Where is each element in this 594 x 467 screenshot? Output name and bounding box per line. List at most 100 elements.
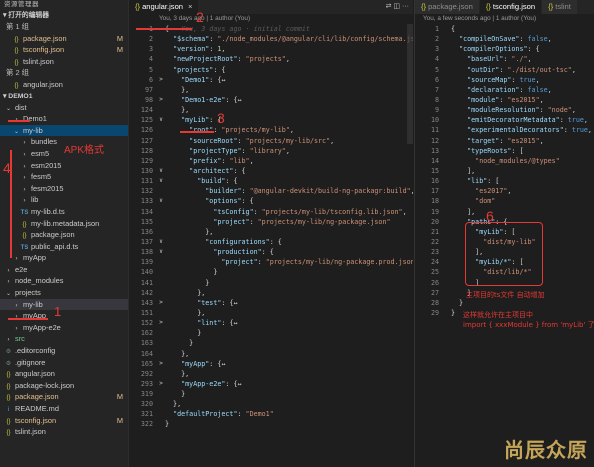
fold-toggle[interactable]: >	[157, 359, 165, 369]
tab-tslint[interactable]: {} tslint	[542, 0, 578, 14]
code-line[interactable]: 142 },	[129, 288, 413, 298]
fold-toggle[interactable]: ∨	[157, 247, 165, 257]
code-line[interactable]: 136 },	[129, 227, 413, 237]
code-line[interactable]: 4 "newProjectRoot": "projects",	[129, 54, 413, 64]
code-line[interactable]: 8 "module": "es2015",	[415, 95, 594, 105]
code-line[interactable]: 125 ∨ "myLib": {	[129, 115, 413, 125]
code-line[interactable]: 3 "compilerOptions": {	[415, 44, 594, 54]
code-line[interactable]: 321 "defaultProject": "Demo1"	[129, 409, 413, 419]
code-line[interactable]: 2 "compileOnSave": false,	[415, 34, 594, 44]
code-line[interactable]: 134 "tsConfig": "projects/my-lib/tsconfi…	[129, 207, 413, 217]
code-line[interactable]: 132 "builder": "@angular-devkit/build-ng…	[129, 186, 413, 196]
code-line[interactable]: 133 ∨ "options": {	[129, 196, 413, 206]
code-line[interactable]: 162 }	[129, 328, 413, 338]
file-item[interactable]: ⌄ projects	[0, 287, 128, 299]
file-item[interactable]: {} package.json	[0, 229, 128, 241]
file-item[interactable]: › node_modules	[0, 275, 128, 287]
fold-toggle[interactable]: ∨	[157, 237, 165, 247]
file-item[interactable]: {} package.json M	[0, 33, 128, 45]
file-item[interactable]: TS my-lib.d.ts	[0, 206, 128, 218]
code-line[interactable]: 131 ∨ "build": {	[129, 176, 413, 186]
file-item[interactable]: › my-lib	[0, 298, 128, 311]
fold-toggle[interactable]: ∨	[157, 176, 165, 186]
code-line[interactable]: 7 "declaration": false,	[415, 85, 594, 95]
code-line[interactable]: 137 ∨ "configurations": {	[129, 237, 413, 247]
codelens-blame[interactable]: You, 3 days ago | 1 author (You)	[129, 14, 413, 24]
fold-toggle[interactable]: >	[157, 75, 165, 85]
file-item[interactable]: ⌄ dist	[0, 102, 128, 114]
code-line[interactable]: 164 },	[129, 349, 413, 359]
scrollbar[interactable]	[407, 24, 413, 144]
fold-toggle[interactable]: >	[157, 379, 165, 389]
file-item[interactable]: {} my-lib.metadata.json	[0, 218, 128, 230]
code-line[interactable]: 19 ],	[415, 207, 594, 217]
fold-toggle[interactable]: >	[157, 318, 165, 328]
fold-toggle[interactable]: ∨	[157, 196, 165, 206]
code-line[interactable]: 165 > "myApp": {↔	[129, 359, 413, 369]
file-item[interactable]: {} tslint.json	[0, 426, 128, 438]
code-line[interactable]: 97 },	[129, 85, 413, 95]
open-editors-header[interactable]: ▾ 打开的编辑器	[0, 10, 128, 21]
tab-tsconfig-json[interactable]: {} tsconfig.json	[479, 0, 543, 14]
code-line[interactable]: 130 ∨ "architect": {	[129, 166, 413, 176]
code-line[interactable]: 5 "outDir": "./dist/out-tsc",	[415, 65, 594, 75]
code-line[interactable]: 2 "$schema": "./node_modules/@angular/cl…	[129, 34, 413, 44]
file-item[interactable]: ⚙ .gitignore	[0, 357, 128, 369]
code-line[interactable]: 1{	[415, 24, 594, 34]
tab-angular-json[interactable]: {} angular.json ×	[129, 0, 200, 14]
editor-actions[interactable]: ⇄ ◫ ···	[386, 0, 409, 14]
code-line[interactable]: 6 "sourceMap": true,	[415, 75, 594, 85]
code-line[interactable]: 141 }	[129, 278, 413, 288]
code-line[interactable]: 18 "dom"	[415, 196, 594, 206]
file-item[interactable]: {} angular.json	[0, 368, 128, 380]
file-item[interactable]: ⚙ .editorconfig	[0, 345, 128, 357]
file-item[interactable]: {} package.json M	[0, 391, 128, 403]
code-line[interactable]: 17 "es2017",	[415, 186, 594, 196]
code-line[interactable]: 293 > "myApp-e2e": {↔	[129, 379, 413, 389]
code-line[interactable]: 127 "sourceRoot": "projects/my-lib/src",	[129, 136, 413, 146]
code-line[interactable]: 98 > "Demo1-e2e": {↔	[129, 95, 413, 105]
code-line[interactable]: 151 },	[129, 308, 413, 318]
code-line[interactable]: 16 "lib": [	[415, 176, 594, 186]
file-item[interactable]: ⌄ my-lib	[0, 124, 128, 137]
tab-package-json[interactable]: {} package.json	[415, 0, 480, 14]
file-item[interactable]: ›myApp	[0, 310, 128, 322]
fold-toggle[interactable]: ∨	[157, 115, 165, 125]
file-item[interactable]: › myApp-e2e	[0, 322, 128, 334]
code-line[interactable]: 152 > "lint": {↔	[129, 318, 413, 328]
file-item[interactable]: {} package-lock.json	[0, 380, 128, 392]
code-line[interactable]: 13 "typeRoots": [	[415, 146, 594, 156]
code-line[interactable]: 139 "project": "projects/my-lib/ng-packa…	[129, 257, 413, 267]
angular-json-editor[interactable]: {} angular.json × ⇄ ◫ ··· You, 3 days ago …	[129, 0, 413, 467]
code-line[interactable]: 319 }	[129, 389, 413, 399]
code-line[interactable]: 6 > "Demo1": {↔	[129, 75, 413, 85]
file-item[interactable]: ›Demo1	[0, 113, 128, 125]
fold-toggle[interactable]: ∨	[157, 166, 165, 176]
code-line[interactable]: 9 "moduleResolution": "node",	[415, 105, 594, 115]
code-line[interactable]: 124 },	[129, 105, 413, 115]
file-item[interactable]: › src	[0, 333, 128, 345]
file-item[interactable]: i README.md	[0, 403, 128, 415]
code-line[interactable]: 163 }	[129, 338, 413, 348]
file-item[interactable]: ›myApp	[0, 252, 128, 264]
code-line[interactable]: 126 "root": "projects/my-lib",	[129, 125, 413, 135]
file-item[interactable]: › esm2015	[0, 160, 128, 172]
codelens-blame[interactable]: You, a few seconds ago | 1 author (You)	[415, 14, 594, 24]
code-line[interactable]: 143 > "test": {↔	[129, 298, 413, 308]
code-line[interactable]: 322}	[129, 419, 413, 429]
fold-toggle[interactable]: >	[157, 298, 165, 308]
close-icon[interactable]: ×	[188, 2, 192, 11]
file-item[interactable]: TS public_api.d.ts	[0, 241, 128, 253]
file-item[interactable]: {} tslint.json	[0, 56, 128, 68]
code-line[interactable]: 292 },	[129, 369, 413, 379]
file-item[interactable]: {} angular.json	[0, 79, 128, 91]
code-line[interactable]: 14 "node_modules/@types"	[415, 156, 594, 166]
code-line[interactable]: 138 ∨ "production": {	[129, 247, 413, 257]
code-line[interactable]: 140 }	[129, 267, 413, 277]
file-item[interactable]: {} tsconfig.json M	[0, 415, 128, 427]
code-line[interactable]: 10 "emitDecoratorMetadata": true,	[415, 115, 594, 125]
code-line[interactable]: 135 "project": "projects/my-lib/ng-packa…	[129, 217, 413, 227]
code-line[interactable]: 3 "version": 1,	[129, 44, 413, 54]
editor-group-label[interactable]: 第 2 组	[0, 67, 128, 79]
file-item[interactable]: {} tsconfig.json M	[0, 44, 128, 56]
